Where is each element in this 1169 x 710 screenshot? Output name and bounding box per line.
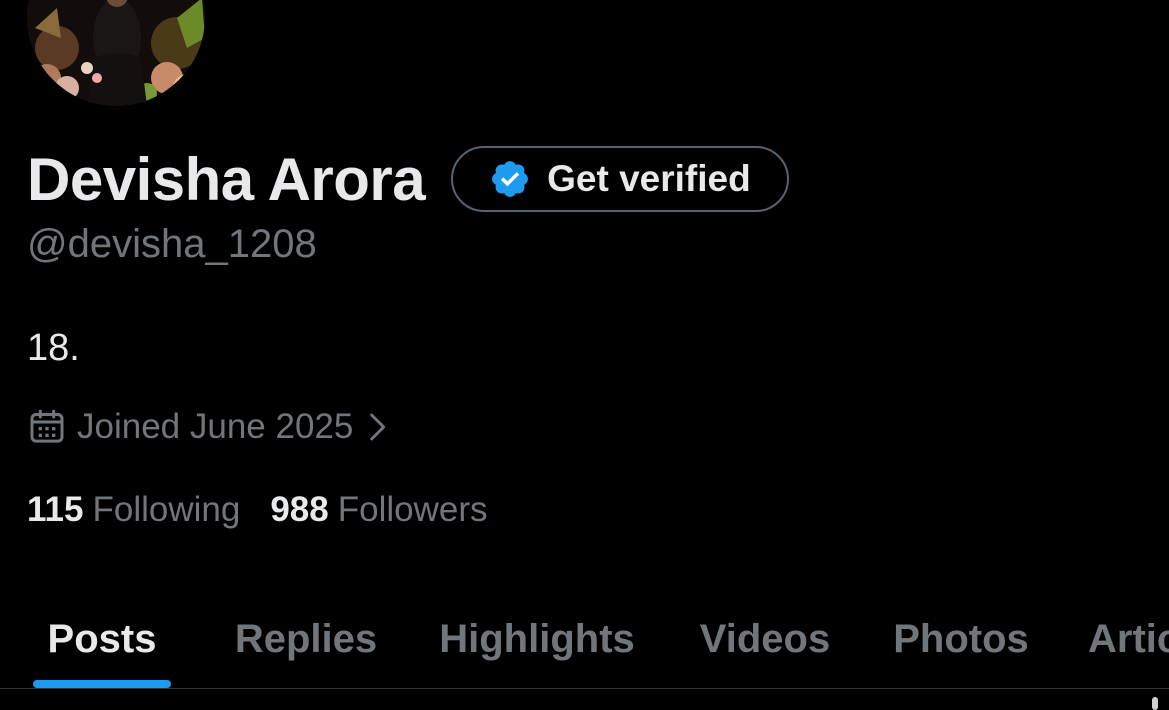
- following-label: Following: [92, 490, 241, 529]
- name-row: Devisha Arora Get verified: [27, 140, 789, 218]
- profile-tabs: Posts Replies Highlights Videos Photos A…: [0, 590, 1169, 688]
- get-verified-button[interactable]: Get verified: [451, 146, 789, 212]
- scrollbar-thumb[interactable]: [1152, 697, 1158, 710]
- tab-photos-label: Photos: [893, 616, 1029, 661]
- display-name: Devisha Arora: [27, 145, 426, 213]
- followers-count: 988: [270, 490, 329, 529]
- following-count: 115: [27, 490, 84, 529]
- active-tab-indicator: [33, 680, 171, 688]
- tab-highlights-label: Highlights: [439, 616, 635, 661]
- verified-badge-icon: [492, 161, 529, 197]
- followers-label: Followers: [337, 490, 488, 529]
- tab-videos[interactable]: Videos: [666, 590, 864, 688]
- followers-link[interactable]: 988 Followers: [270, 490, 487, 530]
- profile-page: Devisha Arora Get verified @devisha_1208…: [0, 0, 1169, 710]
- tab-replies-label: Replies: [234, 616, 378, 661]
- tab-highlights[interactable]: Highlights: [408, 590, 666, 688]
- tab-replies[interactable]: Replies: [204, 590, 408, 688]
- following-link[interactable]: 115 Following: [27, 490, 240, 530]
- calendar-icon: [30, 409, 64, 443]
- tab-videos-label: Videos: [699, 616, 831, 661]
- chevron-right-icon: [370, 413, 386, 441]
- follow-stats: 115 Following 988 Followers: [27, 490, 488, 530]
- username-handle: @devisha_1208: [27, 222, 317, 266]
- tab-posts-label: Posts: [47, 616, 157, 661]
- joined-date-row[interactable]: Joined June 2025: [27, 404, 393, 450]
- avatar[interactable]: [27, 0, 205, 106]
- tab-articles-label: Articles: [1088, 616, 1169, 661]
- tab-articles[interactable]: Articles: [1088, 590, 1169, 688]
- get-verified-label: Get verified: [547, 158, 751, 199]
- joined-date-text: Joined June 2025: [77, 407, 354, 446]
- bio-text: 18.: [27, 327, 80, 369]
- tab-photos[interactable]: Photos: [864, 590, 1058, 688]
- tabs-divider: [0, 688, 1169, 689]
- tab-posts[interactable]: Posts: [0, 590, 204, 688]
- avatar-photo: [27, 0, 205, 106]
